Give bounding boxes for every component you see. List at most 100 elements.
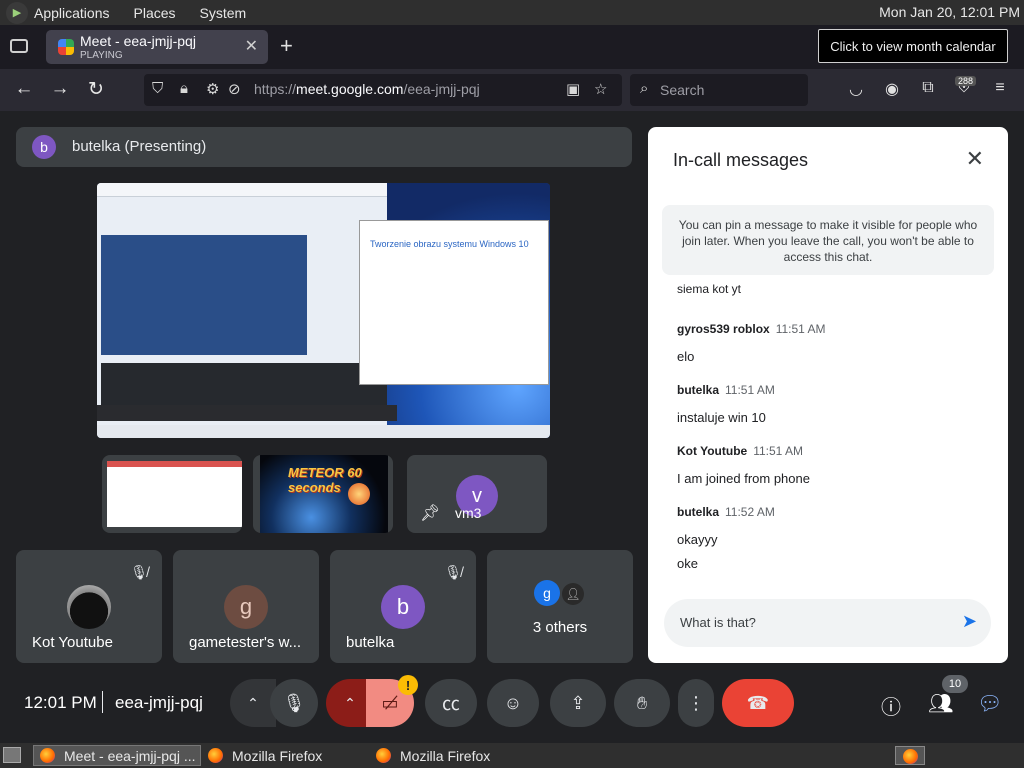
meet-favicon-icon (58, 39, 74, 55)
workspace-switcher[interactable] (895, 746, 925, 765)
shared-taskbar (97, 425, 550, 438)
search-bar[interactable]: ⌕ Search (630, 74, 808, 106)
url-bar[interactable]: ⛉ 🔒︎ ⚙ ⊘ https://meet.google.com/eea-jmj… (144, 74, 622, 106)
reactions-button[interactable]: ☺ (487, 679, 539, 727)
meeting-info-icon[interactable]: ⓘ (881, 691, 901, 720)
presenting-bar: b butelka (Presenting) (16, 127, 632, 167)
chat-message: gyros539 roblox 11:51 AM elo (677, 322, 826, 364)
comet-graphic (348, 483, 370, 505)
document-thumbnail (107, 461, 242, 527)
forward-arrow-icon[interactable]: → (48, 78, 72, 100)
chat-message: butelka 11:51 AM instaluje win 10 (677, 383, 775, 425)
lock-icon[interactable]: 🔒︎ (180, 80, 188, 97)
others-count-label: 3 others (532, 619, 588, 636)
firefox-icon (40, 748, 55, 763)
people-icon[interactable]: 👥︎ (928, 691, 953, 716)
meet-controls-bar: 12:01 PM eea-jmjj-pqj ⌃ 🎙︎ ⌃ ▭̸ ! ㏄ ☺ ⇪ … (0, 675, 1024, 735)
gnome-top-panel: ▶ Applications Places System Mon Jan 20,… (0, 0, 1024, 25)
camera-blocked-icon[interactable]: ⊘ (228, 80, 241, 98)
pin-notice: You can pin a message to make it visible… (662, 205, 994, 275)
gnome-taskbar: Meet - eea-jmjj-pqj ... Mozilla Firefox … (0, 743, 1024, 768)
microphone-button[interactable]: 🎙︎ (270, 679, 318, 727)
hamburger-menu-icon[interactable]: ≡ (990, 79, 1010, 97)
tile-kot-youtube[interactable]: 🎙︎̸ Kot Youtube (16, 550, 162, 663)
raise-hand-button[interactable]: ✋︎ (614, 679, 670, 727)
taskbar-item-meet[interactable]: Meet - eea-jmjj-pqj ... (33, 745, 201, 766)
firefox-icon (208, 748, 223, 763)
others-avatar-person-icon: 👤︎ (562, 583, 584, 605)
leave-call-button[interactable]: ☎︎ (722, 679, 794, 727)
reload-icon[interactable]: ↻ (84, 78, 108, 101)
hang-up-icon: ☎︎ (746, 692, 770, 713)
chat-message: Kot Youtube 11:51 AM I am joined from pho… (677, 444, 810, 486)
tile-game-share[interactable]: METEOR 60 seconds (253, 455, 393, 533)
url-text[interactable]: https://meet.google.com/eea-jmjj-pqj (254, 81, 480, 97)
shared-meet-toolbar (97, 405, 397, 421)
participant-name: butelka (346, 634, 395, 651)
gametester-avatar: g (224, 585, 268, 629)
camera-off-icon: ▭̸ (381, 692, 399, 713)
people-count-badge: 10 (942, 675, 968, 693)
captions-button[interactable]: ㏄ (425, 679, 477, 727)
distro-logo-icon[interactable]: ▶ (6, 1, 28, 24)
calendar-tooltip: Click to view month calendar (818, 29, 1008, 63)
close-chat-icon[interactable]: ✕ (966, 146, 984, 172)
chat-input-value[interactable]: What is that? (680, 615, 756, 630)
mic-off-icon: 🎙︎̸ (130, 564, 148, 580)
pin-icon[interactable]: 📌︎ (420, 503, 440, 523)
permissions-icon[interactable]: ⚙ (206, 80, 219, 98)
show-desktop-icon[interactable] (3, 747, 21, 763)
present-button[interactable]: ⇪ (550, 679, 606, 727)
mic-off-icon: 🎙︎̸ (444, 564, 462, 580)
chat-icon[interactable]: 💬︎ (977, 691, 1002, 716)
tab-playing-status: PLAYING (80, 50, 123, 61)
firefox-icon (376, 748, 391, 763)
firefox-icon (903, 749, 918, 764)
new-tab-icon[interactable]: + (280, 35, 293, 57)
meeting-code: eea-jmjj-pqj (115, 693, 203, 712)
close-tab-icon[interactable]: ✕ (245, 36, 258, 56)
screen-share-indicator-icon[interactable]: ▣ (566, 80, 580, 98)
chat-input[interactable]: What is that? ➤ (664, 599, 991, 647)
participant-name: Kot Youtube (32, 634, 113, 651)
participant-name: gametester's w... (189, 634, 302, 651)
send-icon[interactable]: ➤ (962, 611, 977, 632)
back-arrow-icon[interactable]: ← (12, 78, 36, 100)
divider (102, 691, 103, 713)
cat-avatar (67, 585, 111, 629)
butelka-avatar: b (381, 585, 425, 629)
tab-meet[interactable]: Meet - eea-jmjj-pqj PLAYING ✕ (46, 30, 268, 64)
menu-applications[interactable]: Applications (34, 5, 110, 21)
others-avatar-g: g (534, 580, 560, 606)
list-all-tabs-icon[interactable] (10, 39, 28, 53)
pocket-icon[interactable]: ◡ (846, 79, 866, 99)
more-options-button[interactable]: ⋮ (678, 679, 714, 727)
bookmark-star-icon[interactable]: ☆ (594, 80, 607, 98)
meeting-time: 12:01 PM (24, 693, 97, 712)
chat-title: In-call messages (673, 150, 809, 170)
tile-vm3[interactable]: v 📌︎ vm3 (407, 455, 547, 533)
captions-icon: ㏄ (442, 694, 460, 714)
participant-name: vm3 (455, 505, 482, 521)
game-logo: METEOR 60 seconds (288, 465, 362, 495)
tile-others[interactable]: g 👤︎ 3 others (487, 550, 633, 663)
tile-butelka[interactable]: 🎙︎̸ b butelka (330, 550, 476, 663)
tile-gametester[interactable]: g gametester's w... (173, 550, 319, 663)
present-screen-icon: ⇪ (570, 692, 586, 713)
tracking-shield-icon[interactable]: ⛉ (152, 80, 163, 97)
extensions-icon[interactable]: ⧉ (918, 79, 938, 97)
shared-dialog: Tworzenie obrazu systemu Windows 10 (359, 220, 549, 385)
presenter-avatar: b (32, 135, 56, 159)
search-placeholder: Search (660, 82, 705, 98)
shared-screen[interactable]: Tworzenie obrazu systemu Windows 10 (97, 183, 550, 438)
taskbar-item-firefox-2[interactable]: Mozilla Firefox (370, 745, 538, 766)
taskbar-item-firefox-1[interactable]: Mozilla Firefox (202, 745, 370, 766)
account-icon[interactable]: ◉ (882, 79, 902, 99)
presenter-label: butelka (Presenting) (72, 138, 207, 155)
in-call-messages-panel: In-call messages ✕ You can pin a message… (648, 127, 1008, 663)
menu-places[interactable]: Places (134, 5, 176, 21)
tile-document-share[interactable] (102, 455, 242, 533)
panel-clock[interactable]: Mon Jan 20, 12:01 PM (879, 4, 1020, 20)
ublock-count-badge: 288 (955, 76, 977, 86)
menu-system[interactable]: System (200, 5, 247, 21)
